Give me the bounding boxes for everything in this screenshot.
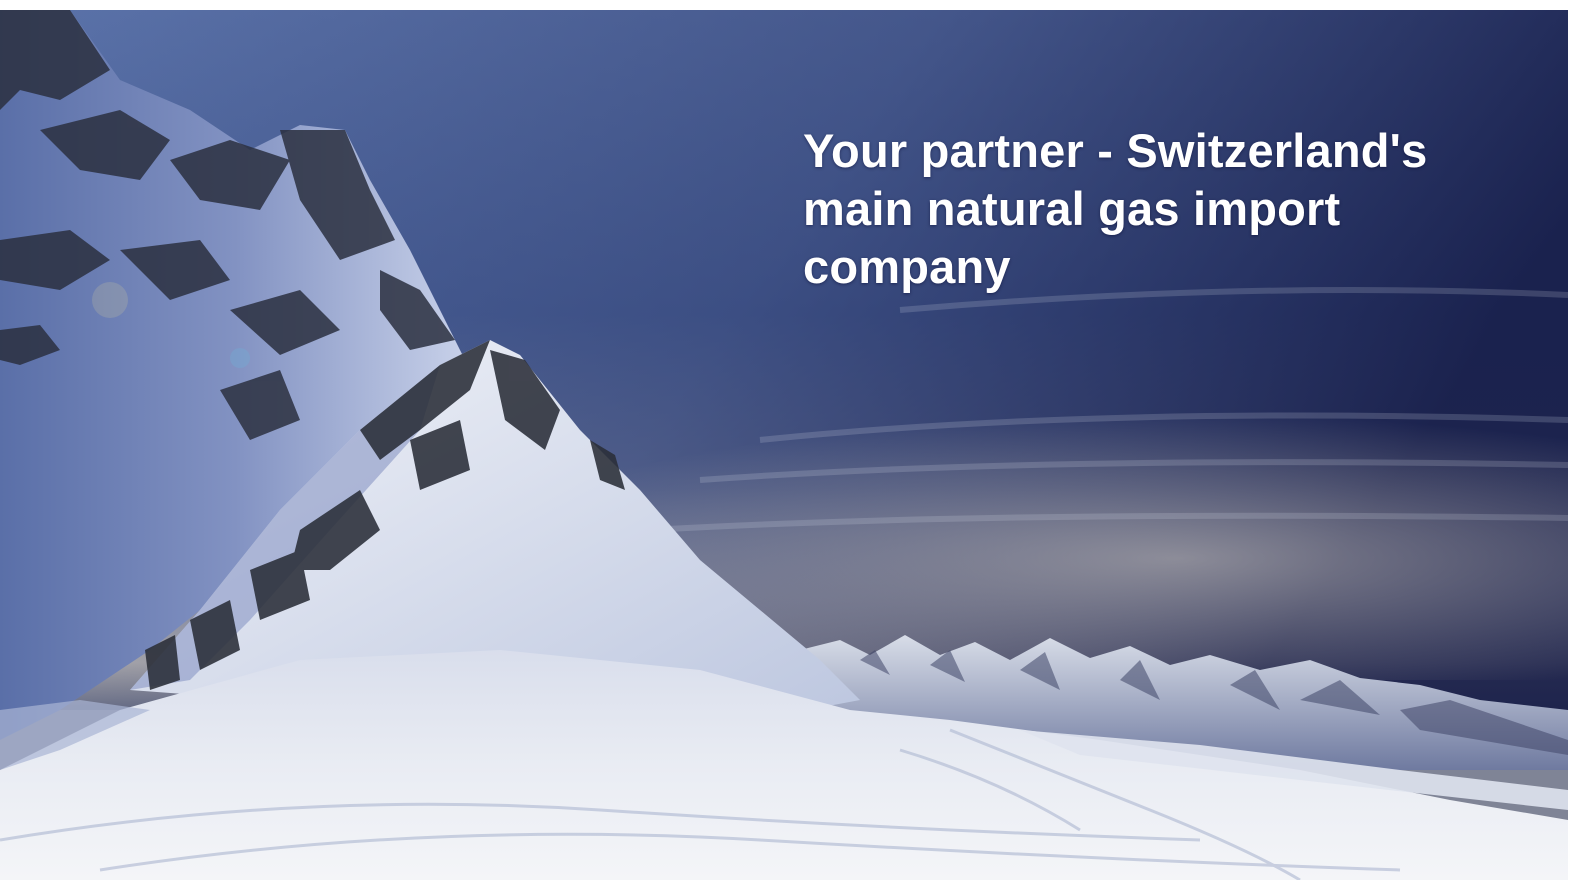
hero-headline-line-3: company xyxy=(803,240,1011,293)
hero-banner: Your partner - Switzerland's main natura… xyxy=(0,10,1568,880)
hero-headline: Your partner - Switzerland's main natura… xyxy=(803,122,1503,296)
hero-headline-line-2: main natural gas import xyxy=(803,182,1341,235)
hero-headline-line-1: Your partner - Switzerland's xyxy=(803,124,1428,177)
